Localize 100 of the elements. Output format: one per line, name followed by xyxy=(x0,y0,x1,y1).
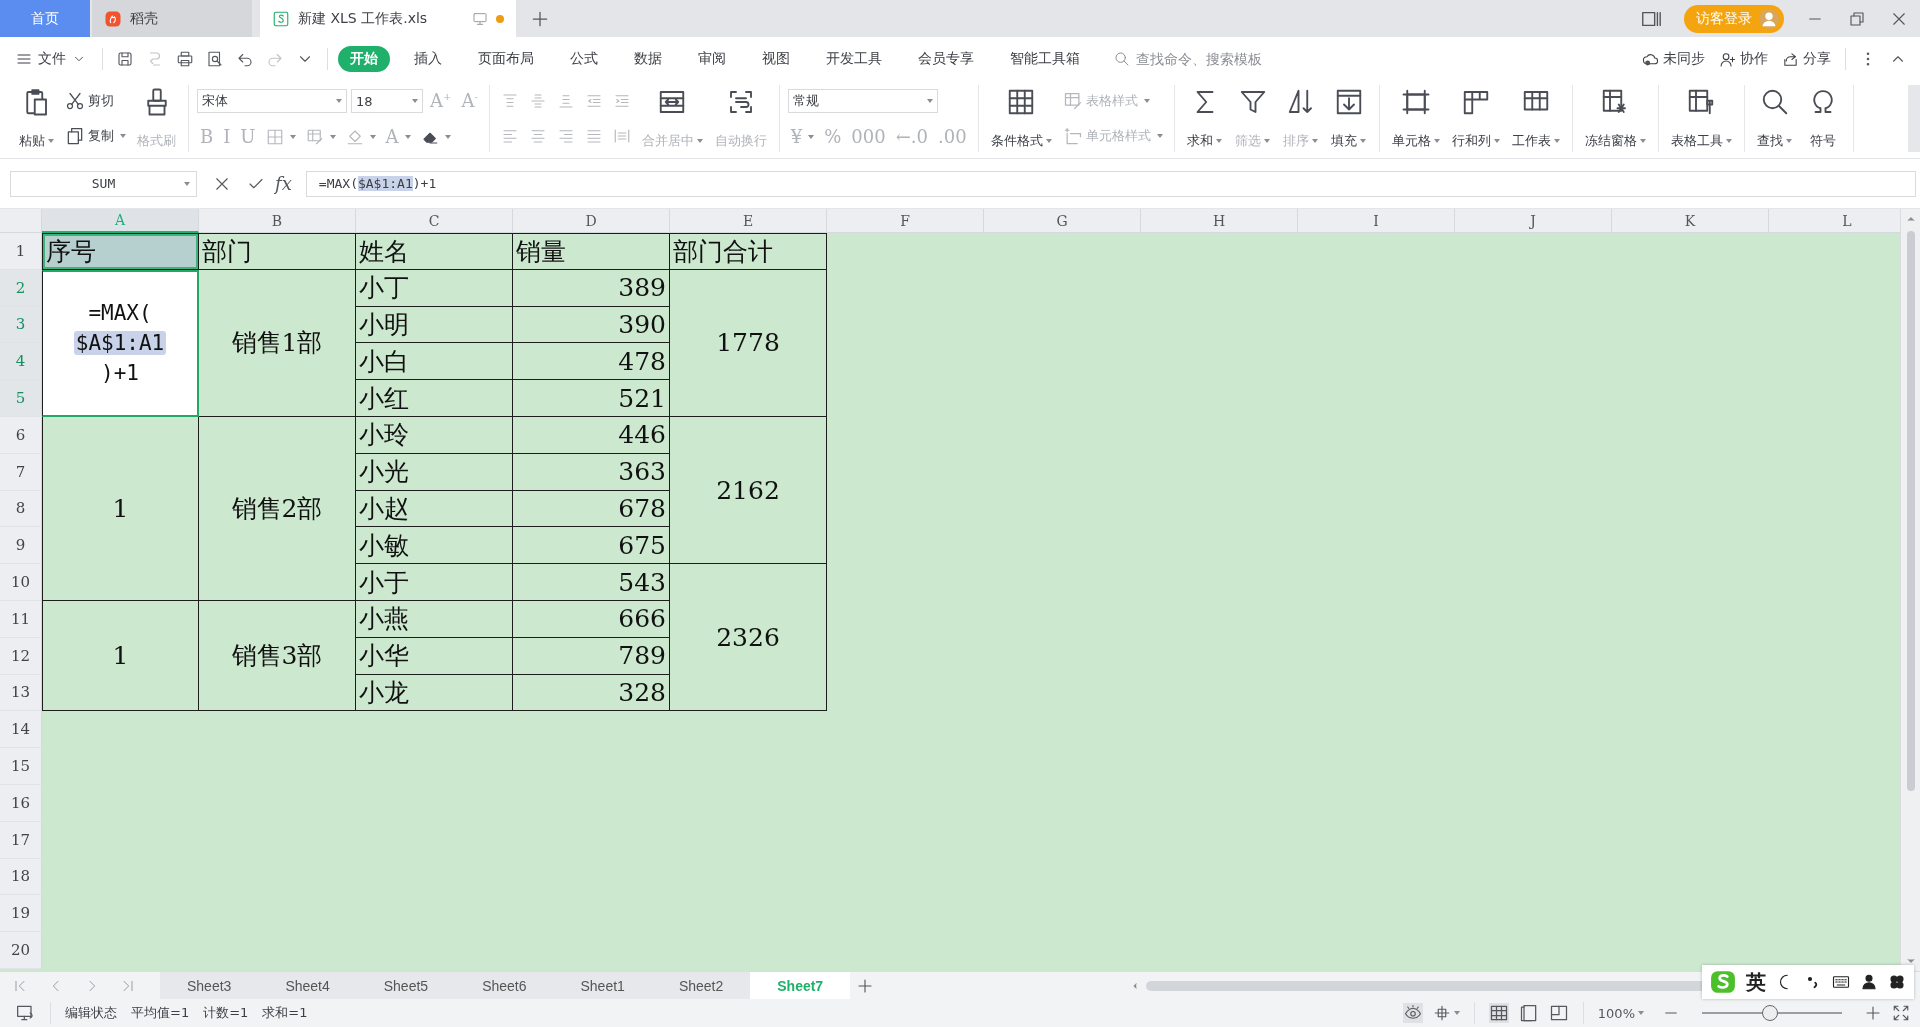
layout-button[interactable] xyxy=(1432,1004,1460,1022)
toolbar-button[interactable]: 分享 xyxy=(1778,46,1835,72)
scrollbar-thumb[interactable] xyxy=(1906,231,1915,791)
insert-function-button[interactable]: fx xyxy=(275,173,296,194)
row-header[interactable]: 7 xyxy=(0,453,42,491)
row-header[interactable]: 12 xyxy=(0,637,42,675)
column-header[interactable]: C xyxy=(356,209,513,233)
document-tab[interactable]: 稻壳 xyxy=(92,0,252,37)
ribbon-tab[interactable]: 审阅 xyxy=(686,46,738,72)
ribbon-tab[interactable]: 开发工具 xyxy=(814,46,894,72)
column-header[interactable]: B xyxy=(199,209,356,233)
sheet-tab[interactable]: Sheet6 xyxy=(455,972,554,999)
sheet-tab[interactable]: Sheet3 xyxy=(160,972,259,999)
caret-icon xyxy=(336,99,342,104)
row-header[interactable]: 18 xyxy=(0,858,42,896)
search-icon xyxy=(1114,51,1130,67)
file-menu[interactable]: 文件 xyxy=(10,46,92,72)
column-header[interactable]: H xyxy=(1141,209,1298,233)
logo-icon[interactable] xyxy=(1710,969,1736,995)
ribbon-tab[interactable]: 插入 xyxy=(402,46,454,72)
ribbon-tab[interactable]: 数据 xyxy=(622,46,674,72)
slider-thumb[interactable] xyxy=(1762,1005,1779,1021)
clover-icon[interactable] xyxy=(1888,973,1906,991)
toolbar-button[interactable]: 填充 xyxy=(1326,85,1371,152)
sheet-tab[interactable]: Sheet5 xyxy=(356,972,456,999)
toolbar-button[interactable]: 冻结窗格 xyxy=(1580,85,1650,152)
ribbon-tab[interactable]: 智能工具箱 xyxy=(998,46,1092,72)
ribbon-tab[interactable]: 视图 xyxy=(750,46,802,72)
dropdown-field[interactable]: 宋体 xyxy=(197,89,347,114)
formula-field[interactable]: =MAX($A$1:A1)+1 xyxy=(305,170,1916,197)
row-header[interactable]: 8 xyxy=(0,490,42,528)
row-header[interactable]: 16 xyxy=(0,784,42,822)
toolbar-button[interactable]: 求和 xyxy=(1182,85,1227,152)
save-icon[interactable] xyxy=(116,50,134,68)
toolbar-button[interactable]: 复制 xyxy=(62,124,129,149)
toolbar-button[interactable]: 协作 xyxy=(1715,46,1772,72)
keyboard-icon[interactable] xyxy=(1832,973,1850,991)
toolbar-button[interactable]: 未同步 xyxy=(1638,46,1709,72)
row-header[interactable]: 13 xyxy=(0,674,42,712)
toolbar-button[interactable]: 剪切 xyxy=(62,88,117,113)
page-break-icon[interactable] xyxy=(1548,1003,1569,1023)
eye-icon[interactable] xyxy=(1402,1003,1423,1023)
toolbar-button[interactable]: 单元格 xyxy=(1387,85,1444,152)
zoom-in-icon[interactable] xyxy=(1864,1004,1882,1022)
search-field[interactable]: 查找命令、搜索模板 xyxy=(1114,50,1284,68)
caret-icon xyxy=(120,134,126,139)
ribbon-tab[interactable]: 会员专享 xyxy=(906,46,986,72)
row-header[interactable]: 15 xyxy=(0,748,42,785)
toolbar-button[interactable]: 工作表 xyxy=(1507,85,1564,152)
document-tab[interactable]: 新建 XLS 工作表.xls xyxy=(260,0,516,37)
column-header[interactable]: F xyxy=(827,209,984,233)
table-cell: 小赵 xyxy=(356,490,513,528)
table-cell: 小丁 xyxy=(356,269,513,307)
caret-icon xyxy=(1264,139,1271,143)
toolbar-button[interactable]: 表格工具 xyxy=(1666,85,1736,152)
row-header[interactable]: 14 xyxy=(0,711,42,749)
name-box[interactable]: SUM xyxy=(10,170,197,197)
row-header[interactable]: 20 xyxy=(0,932,42,969)
sheet-tab[interactable]: Sheet1 xyxy=(553,972,652,999)
row-header[interactable]: 17 xyxy=(0,821,42,859)
zoom-dropdown[interactable]: 100% xyxy=(1597,1005,1644,1021)
row-header[interactable]: 6 xyxy=(0,417,42,454)
row-header[interactable]: 19 xyxy=(0,895,42,933)
column-header[interactable]: L xyxy=(1769,209,1900,233)
menu-icon xyxy=(16,51,32,67)
toolbar-button[interactable]: 粘贴 xyxy=(14,85,58,152)
toolbar-button[interactable]: 条件格式 xyxy=(986,85,1056,152)
dropdown-field[interactable]: 18 xyxy=(351,89,423,114)
column-header[interactable]: J xyxy=(1455,209,1612,233)
ribbon-tab[interactable]: 公式 xyxy=(558,46,610,72)
ribbon-tab[interactable]: 页面布局 xyxy=(466,46,546,72)
column-header[interactable]: D xyxy=(513,209,670,233)
toolbar-button[interactable]: 符号 xyxy=(1800,85,1845,152)
toolbar-button[interactable]: 查找 xyxy=(1752,85,1797,152)
row-header[interactable]: 10 xyxy=(0,564,42,601)
new-tab-icon[interactable] xyxy=(530,9,550,29)
preview-icon[interactable] xyxy=(206,50,224,68)
dropdown-field[interactable]: 常规 xyxy=(787,89,938,114)
fullscreen-icon[interactable] xyxy=(1892,1004,1910,1022)
sheet-tab[interactable]: Sheet4 xyxy=(258,972,357,999)
input-mode-button[interactable]: 英 xyxy=(1746,968,1766,996)
user-icon[interactable] xyxy=(1860,973,1878,991)
scroll-left-icon[interactable] xyxy=(1130,980,1140,991)
cell-editor[interactable]: =MAX( $A$1:A1 )+1 xyxy=(42,269,199,417)
column-header[interactable]: K xyxy=(1612,209,1769,233)
sheet-tab[interactable]: Sheet2 xyxy=(651,972,751,999)
restore-icon[interactable] xyxy=(1848,9,1866,28)
page-view-icon[interactable] xyxy=(1518,1003,1539,1023)
column-header[interactable]: G xyxy=(984,209,1141,233)
row-header[interactable]: 1 xyxy=(0,233,42,270)
print-icon[interactable] xyxy=(176,50,194,68)
grid-view-icon[interactable] xyxy=(1488,1003,1509,1023)
column-header[interactable]: I xyxy=(1298,209,1455,233)
row-header[interactable]: 11 xyxy=(0,600,42,638)
table-cell: 1 xyxy=(42,600,199,712)
monitor-icon[interactable] xyxy=(472,10,488,27)
column-header[interactable]: E xyxy=(670,209,827,233)
toolbar-button[interactable]: 行和列 xyxy=(1447,85,1504,152)
status-icon[interactable] xyxy=(16,1003,36,1023)
row-header[interactable]: 9 xyxy=(0,527,42,565)
